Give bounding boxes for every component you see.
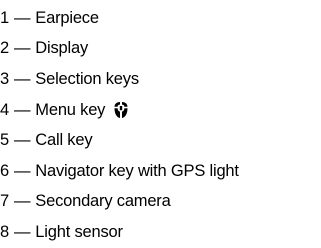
item-label: Earpiece	[35, 8, 99, 27]
item-label: Menu key	[35, 100, 106, 119]
item-label: Light sensor	[35, 222, 123, 241]
legend-item: 3 — Selection keys	[0, 64, 321, 95]
item-label: Secondary camera	[35, 192, 171, 211]
item-number: 6	[0, 161, 9, 180]
item-number: 4	[0, 100, 9, 119]
item-separator: —	[13, 192, 31, 211]
legend-item: 6 — Navigator key with GPS light	[0, 156, 321, 187]
menu-key-icon	[113, 101, 129, 119]
legend-item: 5 — Call key	[0, 125, 321, 156]
item-separator: —	[13, 161, 31, 180]
item-label: Display	[35, 39, 88, 58]
item-separator: —	[13, 100, 31, 119]
item-separator: —	[13, 8, 31, 27]
item-separator: —	[13, 222, 31, 241]
item-number: 3	[0, 69, 9, 88]
legend-item: 2 — Display	[0, 34, 321, 65]
legend-item: 1 — Earpiece	[0, 3, 321, 34]
item-separator: —	[13, 131, 31, 150]
item-label: Selection keys	[35, 69, 139, 88]
item-number: 2	[0, 39, 9, 58]
item-number: 5	[0, 131, 9, 150]
item-number: 1	[0, 8, 9, 27]
item-number: 7	[0, 192, 9, 211]
item-label: Navigator key with GPS light	[35, 161, 239, 180]
parts-legend: 1 — Earpiece 2 — Display 3 — Selection k…	[0, 3, 321, 248]
item-label: Call key	[35, 131, 93, 150]
item-separator: —	[13, 39, 31, 58]
legend-item: 7 — Secondary camera	[0, 187, 321, 218]
legend-item: 8 — Light sensor	[0, 217, 321, 248]
item-separator: —	[13, 69, 31, 88]
item-number: 8	[0, 222, 9, 241]
legend-item: 4 — Menu key	[0, 95, 321, 126]
